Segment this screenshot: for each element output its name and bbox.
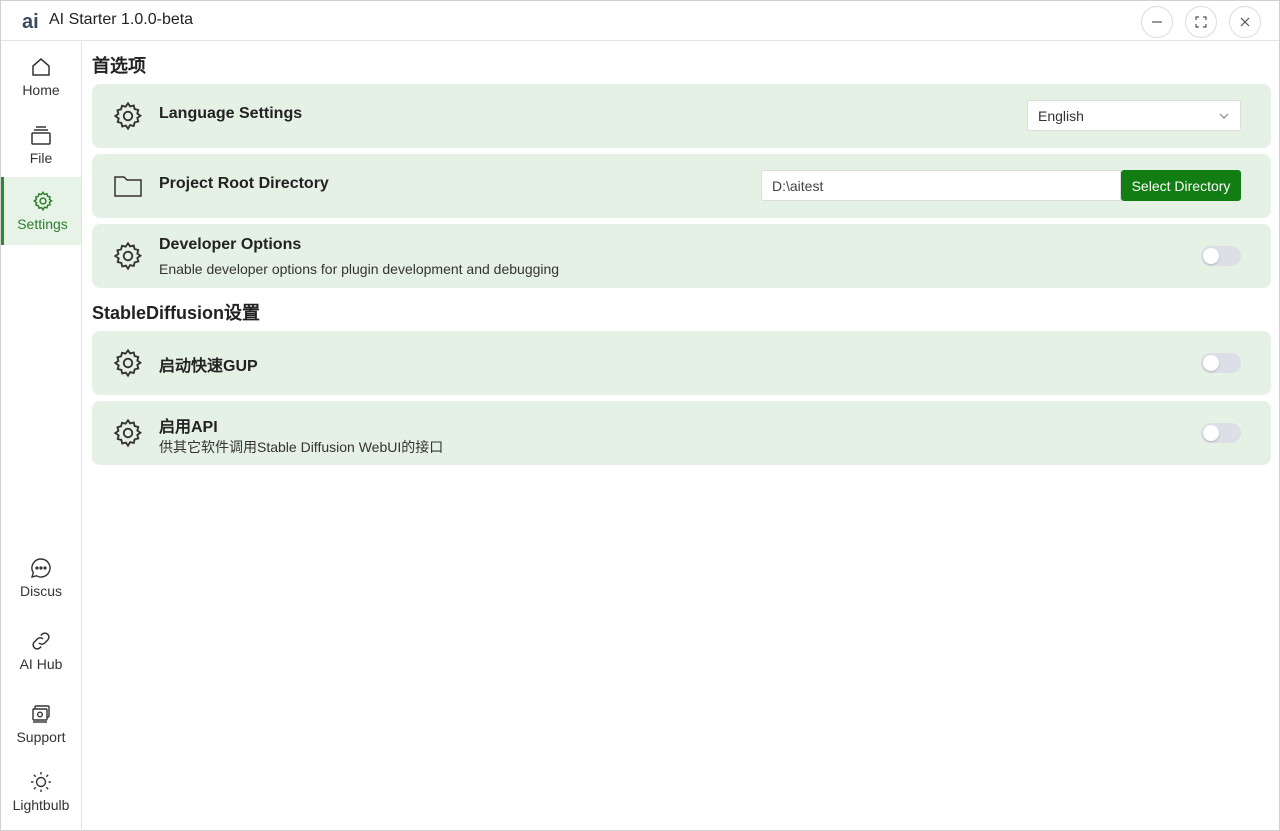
gear-icon [113,418,143,448]
home-icon [32,58,50,76]
sidebar-item-label: Discus [19,583,62,599]
developer-options-desc: Enable developer options for plugin deve… [159,261,560,277]
toggle-knob [1203,425,1219,441]
project-root-input[interactable]: D:\aitest [761,170,1121,201]
folder-icon [114,176,142,197]
minimize-button[interactable] [1141,6,1173,38]
link-icon [32,632,50,650]
select-directory-button[interactable]: Select Directory [1121,170,1241,201]
project-root-title: Project Root Directory [159,175,329,192]
gear-icon [32,191,53,212]
sidebar-item-support[interactable]: Support [1,690,81,758]
sidebar-item-label: Settings [17,216,68,232]
developer-options-toggle[interactable] [1201,246,1241,266]
minimize-icon [1152,21,1162,23]
gear-icon [113,101,143,131]
sun-icon [31,772,51,792]
chevron-down-icon [1219,113,1229,119]
close-button[interactable] [1229,6,1261,38]
chat-icon [30,558,51,579]
support-icon [32,705,50,723]
enable-api-desc: 供其它软件调用Stable Diffusion WebUI的接口 [159,439,444,455]
svg-text:ai: ai [22,11,39,32]
sidebar-item-ai-hub[interactable]: AI Hub [1,617,81,685]
fast-gpu-toggle[interactable] [1201,353,1241,373]
gear-icon [113,348,143,378]
sidebar-item-label: Home [22,82,60,98]
sidebar-item-file[interactable]: File [1,111,81,179]
app-window: ai AI Starter 1.0.0-beta Home File Setti… [0,0,1280,831]
maximize-icon [1195,16,1207,28]
enable-api-card: 启用API 供其它软件调用Stable Diffusion WebUI的接口 [92,401,1271,465]
toggle-knob [1203,355,1219,371]
sidebar-item-lightbulb[interactable]: Lightbulb [1,758,81,826]
app-logo-icon: ai [22,11,39,32]
enable-api-title: 启用API [159,419,218,436]
enable-api-toggle[interactable] [1201,423,1241,443]
close-icon [1240,17,1250,27]
fast-gpu-title: 启动快速GUP [159,358,258,375]
sidebar: Home File Settings Discus AI Hub Support… [1,41,82,831]
section-title-preferences: 首选项 [92,56,146,76]
language-select-value: English [1038,108,1084,124]
language-select[interactable]: English [1027,100,1241,131]
sidebar-item-settings[interactable]: Settings [1,177,81,245]
project-root-card: Project Root Directory D:\aitest Select … [92,154,1271,218]
app-title: AI Starter 1.0.0-beta [49,11,194,28]
gear-icon [113,241,143,271]
sidebar-item-label: AI Hub [19,656,63,672]
language-settings-card: Language Settings English [92,84,1271,148]
sidebar-item-label: Lightbulb [12,797,70,813]
file-icon [31,126,51,145]
fast-gpu-card: 启动快速GUP [92,331,1271,395]
sidebar-item-home[interactable]: Home [1,43,81,111]
toggle-knob [1203,248,1219,264]
sidebar-item-discus[interactable]: Discus [1,544,81,612]
developer-options-card: Developer Options Enable developer optio… [92,224,1271,288]
section-title-stable-diffusion: StableDiffusion设置 [92,303,261,323]
developer-options-title: Developer Options [159,236,302,253]
language-settings-title: Language Settings [159,105,303,122]
sidebar-item-label: Support [16,729,66,745]
title-bar: ai AI Starter 1.0.0-beta [1,1,1279,41]
maximize-button[interactable] [1185,6,1217,38]
sidebar-item-label: File [29,150,53,166]
